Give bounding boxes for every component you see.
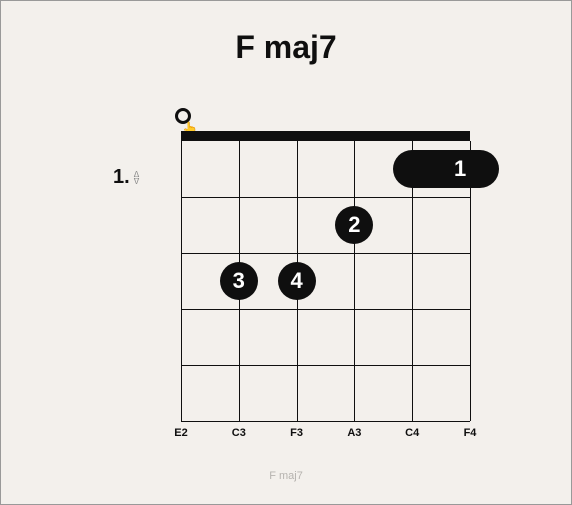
finger-dot-3[interactable]: 3 xyxy=(220,262,258,300)
fret-line xyxy=(181,309,470,310)
nut xyxy=(181,131,470,141)
finger-barre-1[interactable]: 1 xyxy=(393,150,499,188)
fret-line xyxy=(181,197,470,198)
stepper-icon: ᐃᐁ xyxy=(134,171,139,185)
tuning-label: F4 xyxy=(460,427,480,439)
starting-fret-stepper[interactable]: 1. ᐃᐁ xyxy=(113,166,139,189)
string-line xyxy=(354,141,355,421)
tuning-label: F3 xyxy=(287,427,307,439)
chord-diagram[interactable]: 1234 xyxy=(181,131,470,421)
finger-dot-4[interactable]: 4 xyxy=(278,262,316,300)
open-string-marker[interactable] xyxy=(175,108,191,124)
tuning-label: A3 xyxy=(344,427,364,439)
tuning-label: C4 xyxy=(402,427,422,439)
fret-line xyxy=(181,365,470,366)
fret-line xyxy=(181,253,470,254)
chord-title: F maj7 xyxy=(1,1,571,66)
fret-line xyxy=(181,421,470,422)
fretboard-grid[interactable]: 1234 xyxy=(181,141,470,421)
footer-chord-label: F maj7 xyxy=(1,470,571,482)
starting-fret-number: 1. xyxy=(113,166,130,189)
string-line xyxy=(181,141,182,421)
tuning-label: E2 xyxy=(171,427,191,439)
tuning-label: C3 xyxy=(229,427,249,439)
tuning-labels: E2C3F3A3C4F4 xyxy=(181,427,470,439)
finger-dot-2[interactable]: 2 xyxy=(335,206,373,244)
